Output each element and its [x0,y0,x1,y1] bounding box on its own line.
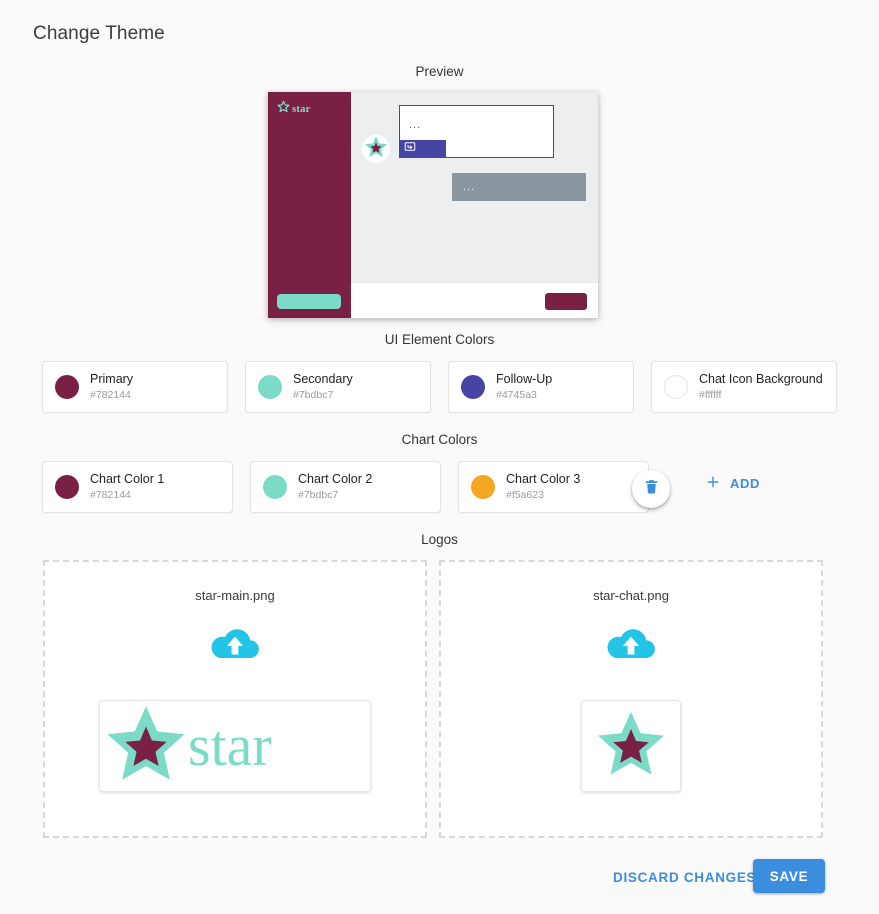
preview-user-message-text: ... [463,180,476,193]
color-swatch[interactable] [471,475,495,499]
page-title: Change Theme [33,23,165,44]
plus-icon [705,474,721,493]
cloud-upload-icon[interactable] [209,624,261,669]
add-chart-color-button[interactable]: ADD [705,474,760,493]
color-name: Follow-Up [496,371,553,386]
delete-chart-color-button[interactable] [632,470,670,508]
chart-colors-section-label: Chart Colors [401,432,478,447]
preview-bot-message-text: ... [409,119,422,131]
preview-user-message: ... [452,173,586,201]
ui-colors-row: Primary #782144 Secondary #7bdbc7 Follow… [42,361,837,413]
logo-dropzone-chat[interactable]: star-chat.png [439,560,823,838]
color-hex: #4745a3 [496,389,537,402]
preview-conversation: ... ... [351,92,598,282]
logo-filename: star-chat.png [593,588,669,603]
color-swatch[interactable] [263,475,287,499]
preview-brand-text: star [292,102,311,115]
color-name: Chat Icon Background [699,371,823,386]
color-swatch[interactable] [461,375,485,399]
preview-main: ... ... [351,92,598,318]
preview-chat-avatar [362,135,390,163]
trash-icon [643,478,660,500]
preview-sidebar: star [268,92,351,318]
color-swatch[interactable] [664,375,688,399]
color-name: Secondary [293,371,353,386]
add-chart-color-label: ADD [730,476,760,491]
color-name: Primary [90,371,134,386]
color-card-follow-up[interactable]: Follow-Up #4745a3 [448,361,634,413]
color-card-secondary[interactable]: Secondary #7bdbc7 [245,361,431,413]
preview-footer [351,282,598,318]
logos-row: star-main.png star star-chat.png [43,560,823,838]
preview-footer-button [545,293,587,310]
color-hex: #782144 [90,389,131,402]
logo-dropzone-main[interactable]: star-main.png star [43,560,427,838]
color-swatch[interactable] [55,375,79,399]
color-card-chart-color-2[interactable]: Chart Color 2 #7bdbc7 [250,461,441,513]
save-button[interactable]: SAVE [753,859,825,893]
preview-bot-message: ... [399,105,554,158]
ui-colors-section-label: UI Element Colors [384,332,495,347]
star-icon [364,135,388,164]
logo-filename: star-main.png [195,588,275,603]
color-card-chart-color-3[interactable]: Chart Color 3 #f5a623 [458,461,670,513]
color-hex: #7bdbc7 [293,389,334,402]
preview-section-label: Preview [415,64,464,79]
theme-preview: star ... ... [268,92,598,318]
logo-wordmark: star [188,712,272,778]
color-name: Chart Color 1 [90,471,165,486]
color-hex: #f5a623 [506,489,544,502]
color-hex: #ffffff [699,389,722,402]
logos-section-label: Logos [421,532,458,547]
color-hex: #782144 [90,489,131,502]
preview-sidebar-button [277,294,341,309]
color-hex: #7bdbc7 [298,489,339,502]
star-icon [592,708,670,785]
color-card-chat-icon-background[interactable]: Chat Icon Background #ffffff [651,361,837,413]
preview-brand: star [277,100,310,118]
preview-followup-chip [400,140,446,157]
star-icon [100,702,192,791]
color-name: Chart Color 2 [298,471,373,486]
color-card-chart-color-1[interactable]: Chart Color 1 #782144 [42,461,233,513]
change-theme-page: Change Theme Preview star ... ... UI Ele… [0,0,879,914]
color-swatch[interactable] [258,375,282,399]
logo-preview-main: star [99,700,371,792]
cloud-upload-icon[interactable] [605,624,657,669]
reply-bubble-icon [404,140,416,158]
discard-changes-button[interactable]: DISCARD CHANGES [605,864,764,891]
logo-preview-chat [581,700,681,792]
color-card-primary[interactable]: Primary #782144 [42,361,228,413]
color-swatch[interactable] [55,475,79,499]
color-name: Chart Color 3 [506,471,581,486]
star-outline-icon [277,100,290,118]
